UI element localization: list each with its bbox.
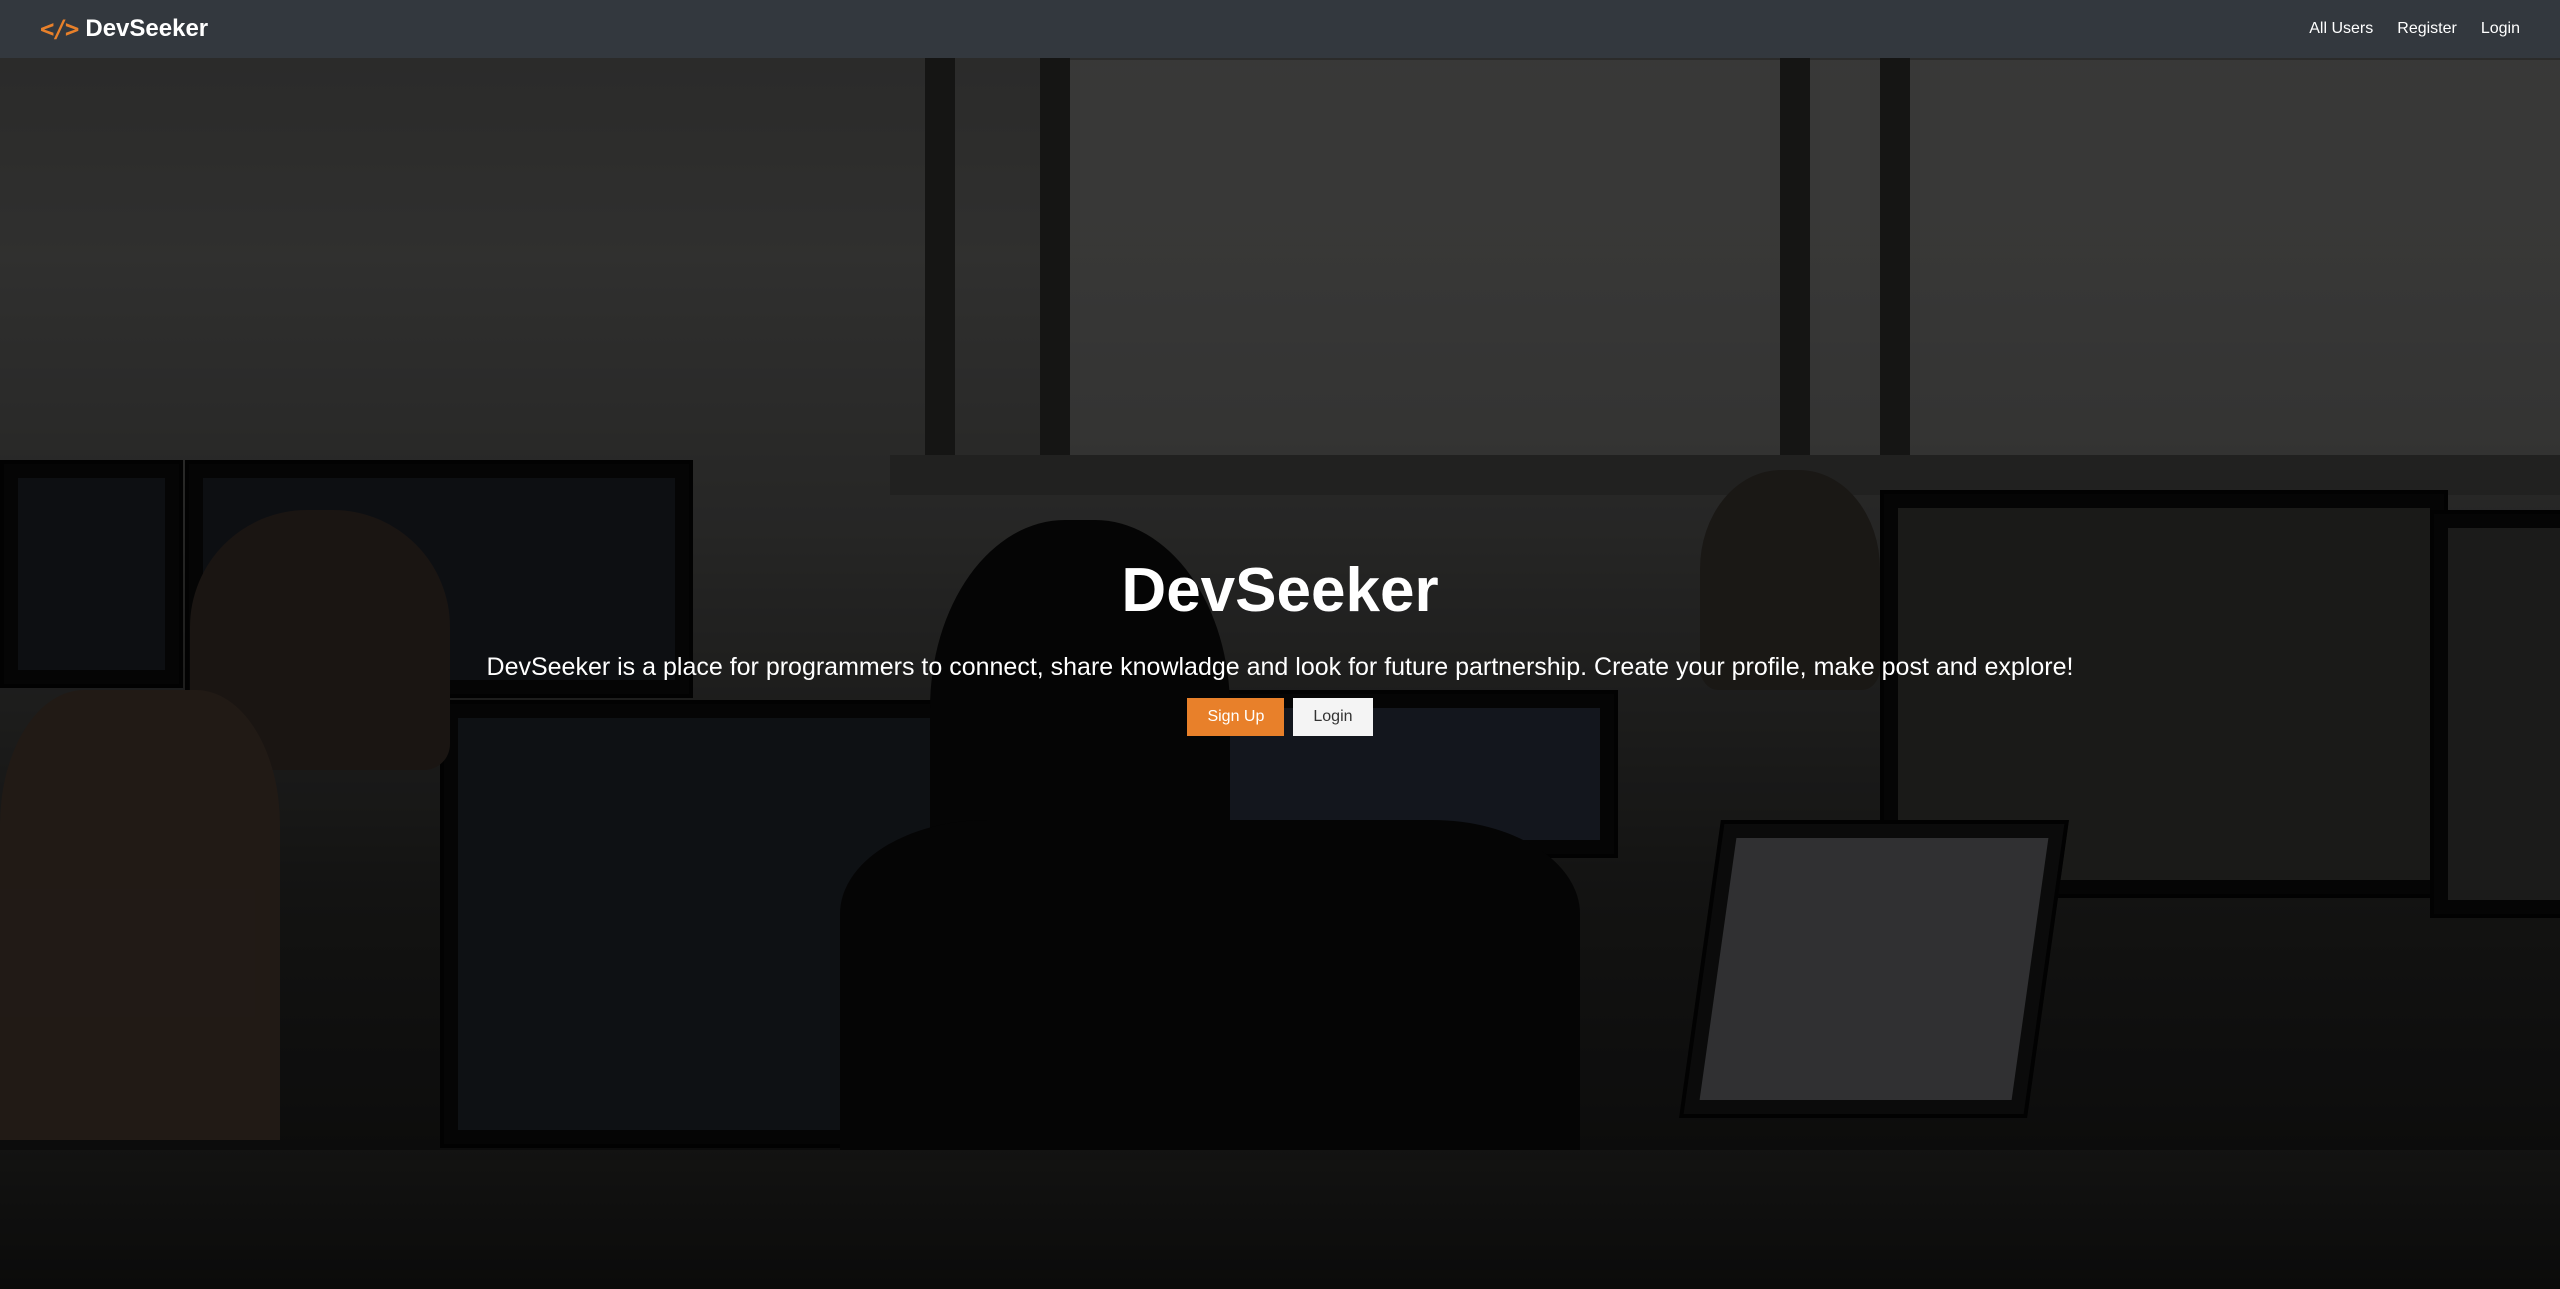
code-icon: </> [40,15,79,43]
hero-section: DevSeeker DevSeeker is a place for progr… [0,548,2560,736]
login-button[interactable]: Login [1293,698,1373,736]
hero-buttons: Sign Up Login [0,698,2560,736]
nav-link-register[interactable]: Register [2397,20,2457,38]
navbar: </> DevSeeker All Users Register Login [0,0,2560,58]
nav-links: All Users Register Login [2309,20,2520,38]
landing-page: </> DevSeeker All Users Register Login D… [0,0,2560,1289]
brand-name: DevSeeker [85,15,209,42]
brand-link[interactable]: </> DevSeeker [40,15,208,43]
sign-up-button[interactable]: Sign Up [1187,698,1285,736]
nav-link-all-users[interactable]: All Users [2309,20,2373,38]
hero-title: DevSeeker [1121,556,1439,625]
hero-lead: DevSeeker is a place for programmers to … [486,653,2074,681]
nav-link-login[interactable]: Login [2481,20,2520,38]
